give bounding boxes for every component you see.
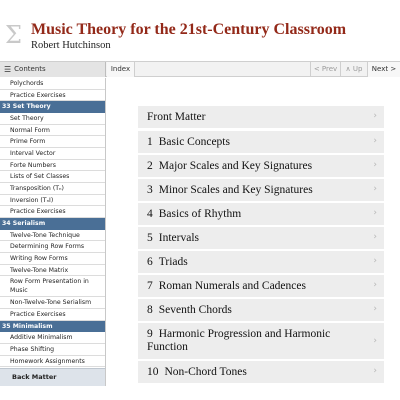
- chapter-label: Front Matter: [147, 111, 206, 123]
- chapter-title: 1 Basic Concepts: [147, 136, 230, 148]
- sidebar-item[interactable]: Prime Form: [0, 136, 105, 148]
- sidebar-item-back-matter[interactable]: Back Matter: [0, 368, 106, 386]
- sidebar-item[interactable]: Row Form Presentation in Music: [0, 276, 105, 298]
- sidebar-item[interactable]: Forte Numbers: [0, 160, 105, 172]
- chevron-right-icon: ›: [373, 111, 377, 121]
- chapter-title: Front Matter: [147, 111, 205, 123]
- chapter-number: 8: [147, 304, 153, 316]
- chevron-right-icon: ›: [373, 160, 377, 170]
- chapter-number: 4: [147, 208, 153, 220]
- chapter-label: Basic Concepts: [158, 136, 230, 148]
- chapter-row[interactable]: 8 Seventh Chords ›: [138, 299, 384, 321]
- chapter-title: 8 Seventh Chords: [147, 304, 232, 316]
- chapter-label: Intervals: [158, 232, 199, 244]
- book-author: Robert Hutchinson: [31, 40, 111, 51]
- index-button[interactable]: Index: [107, 62, 135, 77]
- chapter-row[interactable]: Front Matter ›: [138, 106, 384, 128]
- sidebar-item[interactable]: Normal Form: [0, 125, 105, 137]
- chapter-row[interactable]: 1 Basic Concepts ›: [138, 131, 384, 153]
- sidebar-item[interactable]: Transposition (Tₙ): [0, 183, 105, 195]
- sidebar-section-header[interactable]: 33 Set Theory: [0, 101, 105, 113]
- book-title[interactable]: Music Theory for the 21st-Century Classr…: [31, 21, 346, 39]
- chapter-label: Harmonic Progression and Harmonic Functi…: [147, 328, 331, 353]
- chapter-title: 10 Non-Chord Tones: [147, 366, 247, 378]
- chapter-list: Front Matter › 1 Basic Concepts › 2 Major Scal…: [108, 78, 400, 400]
- sidebar-item[interactable]: Practice Exercises: [0, 309, 105, 321]
- chapter-row[interactable]: 7 Roman Numerals and Cadences ›: [138, 275, 384, 297]
- chapter-row[interactable]: 6 Triads ›: [138, 251, 384, 273]
- chapter-label: Non-Chord Tones: [164, 366, 247, 378]
- chapter-row[interactable]: 10 Non-Chord Tones ›: [138, 361, 384, 383]
- sidebar-item[interactable]: Set Theory: [0, 113, 105, 125]
- toolbar: ☰ Contents Index < Prev ∧ Up Next >: [0, 61, 400, 77]
- chevron-right-icon: ›: [373, 232, 377, 242]
- sidebar-item[interactable]: Practice Exercises: [0, 90, 105, 102]
- chapter-number: 10: [147, 366, 159, 378]
- sidebar-item[interactable]: Twelve-Tone Matrix: [0, 265, 105, 277]
- hamburger-menu-icon: ☰: [4, 65, 12, 74]
- chapter-label: Minor Scales and Key Signatures: [158, 184, 313, 196]
- sidebar-item[interactable]: Determining Row Forms: [0, 241, 105, 253]
- chapter-number: 3: [147, 184, 153, 196]
- chapter-number: 5: [147, 232, 153, 244]
- chapter-title: 5 Intervals: [147, 232, 199, 244]
- chevron-right-icon: ›: [373, 304, 377, 314]
- chapter-title: 3 Minor Scales and Key Signatures: [147, 184, 313, 196]
- chapter-row[interactable]: 5 Intervals ›: [138, 227, 384, 249]
- sidebar-item[interactable]: Phase Shifting: [0, 344, 105, 356]
- chapter-label: Triads: [158, 256, 188, 268]
- sidebar-item[interactable]: Homework Assignments: [0, 356, 105, 368]
- chapter-row[interactable]: 2 Major Scales and Key Signatures ›: [138, 155, 384, 177]
- page-header: Σ Music Theory for the 21st-Century Clas…: [0, 0, 400, 60]
- sidebar-section-header[interactable]: 34 Serialism: [0, 218, 105, 230]
- chapter-title: 2 Major Scales and Key Signatures: [147, 160, 312, 172]
- chapter-title: 7 Roman Numerals and Cadences: [147, 280, 306, 292]
- chapter-label: Major Scales and Key Signatures: [158, 160, 313, 172]
- chapter-label: Roman Numerals and Cadences: [158, 280, 306, 292]
- chapter-number: 1: [147, 136, 153, 148]
- chapter-label: Seventh Chords: [158, 304, 232, 316]
- up-button[interactable]: ∧ Up: [340, 62, 367, 77]
- next-button[interactable]: Next >: [367, 62, 400, 77]
- chapter-number: 6: [147, 256, 153, 268]
- chevron-right-icon: ›: [373, 280, 377, 290]
- chevron-right-icon: ›: [373, 136, 377, 146]
- sidebar-item[interactable]: Writing Row Forms: [0, 253, 105, 265]
- sidebar-item[interactable]: Lists of Set Classes: [0, 171, 105, 183]
- sidebar-section-header[interactable]: 35 Minimalism: [0, 320, 105, 333]
- sidebar-item[interactable]: Practice Exercises: [0, 206, 105, 219]
- sidebar-item[interactable]: Non-Twelve-Tone Serialism: [0, 297, 105, 309]
- toc-sidebar[interactable]: Polychords Practice Exercises 33 Set Theor…: [0, 78, 106, 386]
- chapter-label: Basics of Rhythm: [158, 208, 242, 220]
- chapter-row[interactable]: 9 Harmonic Progression and Harmonic Funct…: [138, 323, 384, 359]
- chevron-right-icon: ›: [373, 208, 377, 218]
- chevron-right-icon: ›: [373, 184, 377, 194]
- chapter-title: 4 Basics of Rhythm: [147, 208, 241, 220]
- chapter-number: 2: [147, 160, 153, 172]
- sidebar-item[interactable]: Twelve-Tone Technique: [0, 230, 105, 242]
- sidebar-item[interactable]: Polychords: [0, 78, 105, 90]
- chevron-right-icon: ›: [373, 366, 377, 376]
- sidebar-item[interactable]: Interval Vector: [0, 148, 105, 160]
- sidebar-item[interactable]: Additive Minimalism: [0, 332, 105, 344]
- chevron-right-icon: ›: [373, 256, 377, 266]
- contents-button[interactable]: ☰ Contents: [0, 62, 106, 77]
- prev-button[interactable]: < Prev: [310, 62, 340, 77]
- chapter-title: 9 Harmonic Progression and Harmonic Funct…: [147, 328, 354, 354]
- sidebar-item[interactable]: Inversion (TₙI): [0, 195, 105, 207]
- chapter-row[interactable]: 4 Basics of Rhythm ›: [138, 203, 384, 225]
- chapter-number: 9: [147, 328, 153, 340]
- sigma-logo-icon[interactable]: Σ: [5, 22, 27, 48]
- chapter-number: 7: [147, 280, 153, 292]
- chapter-row[interactable]: 3 Minor Scales and Key Signatures ›: [138, 179, 384, 201]
- contents-button-label: Contents: [14, 65, 46, 73]
- chapter-title: 6 Triads: [147, 256, 188, 268]
- chevron-right-icon: ›: [373, 336, 377, 346]
